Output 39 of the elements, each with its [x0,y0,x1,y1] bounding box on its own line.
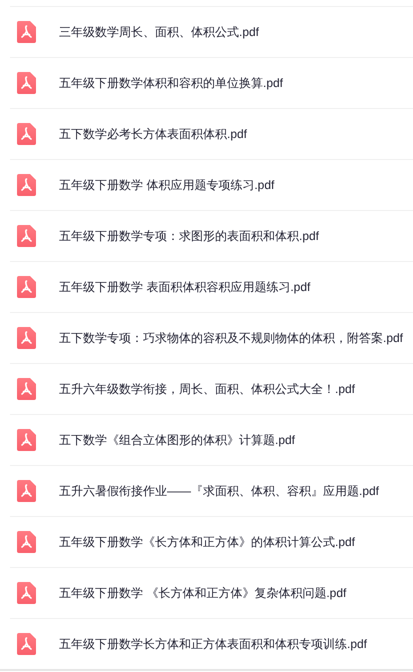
pdf-file-icon [17,174,36,196]
pdf-file-icon [17,480,36,502]
pdf-file-icon [17,429,36,451]
file-name: 五下数学《组合立体图形的体积》计算题.pdf [59,432,296,448]
file-name: 五下数学必考长方体表面积体积.pdf [59,126,248,142]
pdf-file-icon [17,123,36,145]
file-name: 五年级下册数学 体积应用题专项练习.pdf [59,176,274,194]
file-item[interactable]: 五下数学必考长方体表面积体积.pdf [10,108,413,159]
file-item[interactable]: 五下数学专项：巧求物体的容积及不规则物体的体积，附答案.pdf [10,312,413,363]
file-name: 五年级下册数学体积和容积的单位换算.pdf [59,74,284,92]
pdf-file-icon [17,72,36,94]
pdf-file-icon [17,225,36,247]
file-name: 五年级下册数学 《长方体和正方体》复杂体积问题.pdf [59,584,346,602]
file-item[interactable]: 五年级下册数学《长方体和正方体》的体积计算公式.pdf [10,516,413,567]
file-item[interactable]: 五年级下册数学长方体和正方体表面积和体积专项训练.pdf [10,618,413,669]
file-name: 五年级下册数学专项：求图形的表面积和体积.pdf [59,228,320,244]
file-name: 五年级下册数学 表面积体积容积应用题练习.pdf [59,278,310,296]
pdf-file-icon [17,21,36,43]
file-item[interactable]: 五年级下册数学 《长方体和正方体》复杂体积问题.pdf [10,567,413,618]
pdf-file-icon [17,276,36,298]
file-item[interactable]: 五年级下册数学专项：求图形的表面积和体积.pdf [10,210,413,261]
file-item[interactable]: 三年级数学周长、面积、体积公式.pdf [10,6,413,57]
pdf-file-icon [17,327,36,349]
file-name: 五下数学专项：巧求物体的容积及不规则物体的体积，附答案.pdf [59,330,404,346]
pdf-file-icon [17,582,36,604]
file-name: 五升六暑假衔接作业——『求面积、体积、容积』应用题.pdf [59,482,380,500]
pdf-file-icon [17,378,36,400]
file-name: 五年级下册数学《长方体和正方体》的体积计算公式.pdf [59,534,356,550]
file-item[interactable]: 五年级下册数学体积和容积的单位换算.pdf [10,57,413,108]
pdf-file-icon [17,633,36,655]
file-name: 三年级数学周长、面积、体积公式.pdf [59,24,260,40]
pdf-file-icon [17,531,36,553]
file-item[interactable]: 五年级下册数学 体积应用题专项练习.pdf [10,159,413,210]
file-name: 五年级下册数学长方体和正方体表面积和体积专项训练.pdf [59,636,368,652]
file-item[interactable]: 五升六年级数学衔接，周长、面积、体积公式大全！.pdf [10,363,413,414]
file-item[interactable]: 五升六暑假衔接作业——『求面积、体积、容积』应用题.pdf [10,465,413,516]
file-item[interactable]: 五下数学《组合立体图形的体积》计算题.pdf [10,414,413,465]
file-item[interactable]: 五年级下册数学 表面积体积容积应用题练习.pdf [10,261,413,312]
file-name: 五升六年级数学衔接，周长、面积、体积公式大全！.pdf [59,380,356,398]
